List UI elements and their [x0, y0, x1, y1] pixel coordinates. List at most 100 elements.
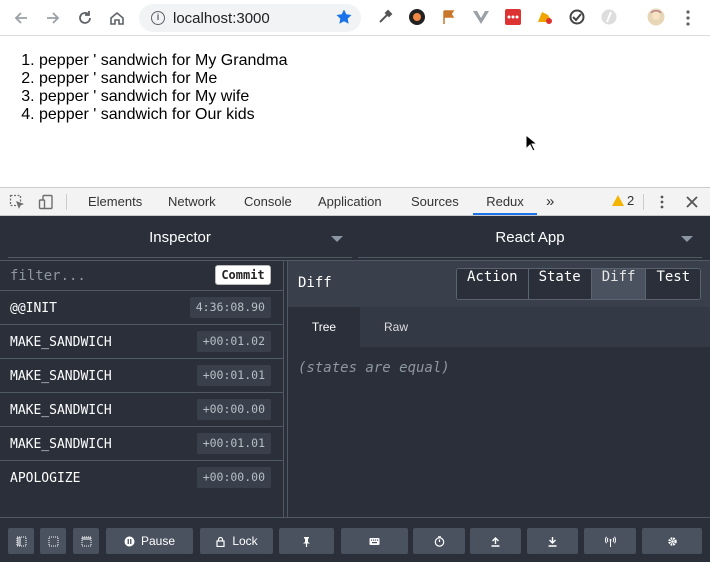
close-icon[interactable] [684, 194, 700, 210]
action-name: MAKE_SANDWICH [10, 437, 112, 452]
devtools-menu-icon[interactable] [654, 194, 670, 210]
lock-label: Lock [232, 534, 258, 548]
tab-application[interactable]: Application [317, 188, 383, 215]
home-button[interactable] [105, 6, 129, 30]
reload-button[interactable] [73, 6, 97, 30]
honey-extension-icon[interactable] [536, 8, 554, 26]
warning-icon [612, 195, 624, 206]
forward-button[interactable] [41, 6, 65, 30]
dots-extension-icon[interactable] [504, 8, 522, 26]
device-toolbar-icon[interactable] [38, 194, 54, 210]
tab-diff[interactable]: Diff [591, 269, 647, 299]
reload-icon [79, 11, 91, 24]
pause-button[interactable]: Pause [106, 528, 193, 554]
browser-menu-icon[interactable] [681, 9, 695, 27]
camera-extension-icon[interactable] [408, 8, 426, 26]
diff-message: (states are equal) [298, 360, 450, 376]
list-item: pepper ' sandwich for My wife [39, 88, 288, 106]
profile-avatar-icon[interactable] [647, 8, 665, 26]
view-subtabs: Tree Raw [288, 307, 710, 347]
lock-button[interactable]: Lock [200, 528, 273, 554]
pause-icon [124, 536, 135, 546]
tab-network[interactable]: Network [167, 188, 217, 215]
list-item: pepper ' sandwich for My Grandma [39, 52, 288, 70]
action-name: APOLOGIZE [10, 471, 81, 486]
commit-button[interactable]: Commit [215, 265, 271, 285]
export-button[interactable] [470, 528, 521, 554]
slider-button[interactable] [413, 528, 465, 554]
remote-button[interactable] [584, 528, 636, 554]
stopwatch-icon [434, 535, 444, 547]
mouse-cursor-icon [525, 134, 537, 152]
action-list-pane: Commit @@INIT 4:36:08.90 MAKE_SANDWICH +… [0, 261, 284, 517]
browser-toolbar: i localhost:3000 [0, 0, 710, 36]
warning-counter[interactable]: 2 [612, 193, 634, 208]
dispatcher-button[interactable] [341, 528, 408, 554]
tab-elements[interactable]: Elements [87, 188, 143, 215]
sandwich-list: pepper ' sandwich for My Grandma pepper … [39, 52, 288, 124]
tab-test[interactable]: Test [646, 269, 701, 299]
warning-count: 2 [627, 193, 635, 208]
broadcast-icon [604, 536, 616, 547]
persist-button[interactable] [279, 528, 334, 554]
inspect-element-icon[interactable] [9, 194, 25, 210]
download-icon [548, 536, 557, 547]
action-time: +00:01.02 [196, 331, 271, 352]
preview-header: Diff Action State Diff Test [288, 261, 710, 307]
vue-extension-icon[interactable] [472, 8, 490, 26]
pause-label: Pause [140, 534, 176, 548]
action-time: +00:00.00 [196, 399, 271, 420]
instance-select[interactable]: React App [358, 216, 702, 258]
action-row[interactable]: MAKE_SANDWICH +00:01.01 [0, 359, 284, 393]
chevron-down-icon [681, 236, 693, 242]
inspector-select-label: Inspector [149, 229, 211, 246]
page-content: pepper ' sandwich for My Grandma pepper … [0, 37, 710, 187]
lock-icon [216, 536, 225, 547]
tab-state[interactable]: State [528, 269, 592, 299]
redux-devtools-panel: Inspector React App Commit @@INIT 4:36:0… [0, 216, 710, 562]
action-name: MAKE_SANDWICH [10, 335, 112, 350]
action-row[interactable]: MAKE_SANDWICH +00:01.01 [0, 427, 284, 461]
list-item: pepper ' sandwich for Our kids [39, 106, 288, 124]
back-button[interactable] [9, 6, 33, 30]
inspector-select[interactable]: Inspector [8, 216, 352, 258]
info-icon[interactable]: i [151, 11, 165, 25]
dock-right-button[interactable] [40, 528, 66, 554]
subtab-tree[interactable]: Tree [288, 307, 360, 347]
action-row[interactable]: MAKE_SANDWICH +00:00.00 [0, 393, 284, 427]
filter-input[interactable] [0, 261, 210, 290]
action-name: MAKE_SANDWICH [10, 403, 112, 418]
action-row[interactable]: @@INIT 4:36:08.90 [0, 291, 284, 325]
dock-left-button[interactable] [8, 528, 34, 554]
tab-sources[interactable]: Sources [410, 188, 460, 215]
settings-button[interactable] [642, 528, 702, 554]
action-row[interactable]: APOLOGIZE +00:00.00 [0, 461, 284, 495]
more-tabs-button[interactable]: » [545, 188, 555, 215]
chevron-down-icon [331, 236, 343, 242]
disabled-extension-icon[interactable] [600, 8, 618, 26]
window-icon [16, 536, 26, 546]
pin-icon [303, 536, 310, 547]
dock-bottom-button[interactable] [73, 528, 99, 554]
keyboard-icon [369, 537, 380, 545]
divider [66, 194, 67, 210]
action-row[interactable]: MAKE_SANDWICH +00:01.02 [0, 325, 284, 359]
address-bar[interactable]: i localhost:3000 [139, 4, 361, 32]
arrow-left-icon [14, 12, 27, 24]
tab-redux[interactable]: Redux [473, 188, 537, 215]
tab-console[interactable]: Console [243, 188, 293, 215]
action-time: +00:01.01 [196, 433, 271, 454]
gear-icon [667, 536, 677, 546]
instance-select-label: React App [495, 229, 565, 246]
arrow-right-icon [47, 12, 60, 24]
flag-extension-icon[interactable] [440, 8, 458, 26]
bookmark-star-icon[interactable] [335, 8, 353, 26]
sync-extension-icon[interactable] [568, 8, 586, 26]
action-time: 4:36:08.90 [189, 297, 271, 318]
subtab-raw[interactable]: Raw [360, 307, 432, 347]
eyedropper-extension-icon[interactable] [376, 8, 394, 26]
tab-action[interactable]: Action [457, 269, 529, 299]
preview-title: Diff [298, 275, 332, 291]
devtools-tab-strip: Elements Network Console Application Sou… [0, 187, 710, 216]
import-button[interactable] [527, 528, 578, 554]
